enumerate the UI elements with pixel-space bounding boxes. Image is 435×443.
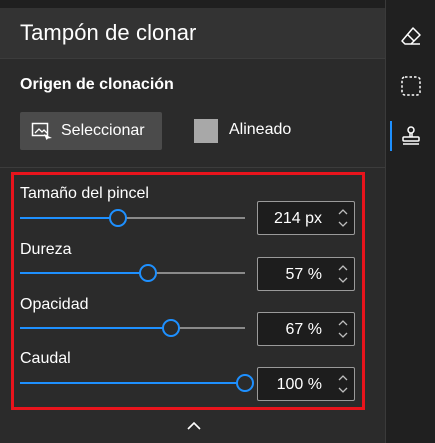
selection-icon[interactable] <box>399 74 423 98</box>
panel-title: Tampón de clonar <box>20 20 197 45</box>
flow-decrement-icon[interactable] <box>336 384 350 396</box>
clone-source-label: Origen de clonación <box>20 76 174 93</box>
flow-value: 100 % <box>276 376 322 393</box>
hardness-decrement-icon[interactable] <box>336 274 350 286</box>
opacity-increment-icon[interactable] <box>336 317 350 329</box>
hardness-label: Dureza <box>20 241 72 258</box>
select-source-label: Seleccionar <box>61 122 145 139</box>
top-strip <box>0 0 386 8</box>
opacity-slider-thumb[interactable] <box>161 319 180 337</box>
opacity-slider[interactable] <box>20 319 245 337</box>
aligned-checkbox[interactable] <box>194 119 218 143</box>
tool-rail <box>386 0 435 443</box>
brush-size-input[interactable]: 214 px <box>257 201 355 235</box>
flow-slider[interactable] <box>20 374 254 392</box>
select-source-button[interactable]: Seleccionar <box>20 112 162 150</box>
brush-size-decrement-icon[interactable] <box>336 218 350 230</box>
brush-size-value: 214 px <box>273 210 322 227</box>
flow-slider-fill <box>20 382 245 384</box>
opacity-label: Opacidad <box>20 296 89 313</box>
clone-stamp-icon[interactable] <box>399 124 423 148</box>
brush-size-label: Tamaño del pincel <box>20 185 149 202</box>
brush-size-slider-thumb[interactable] <box>108 209 127 227</box>
brush-size-increment-icon[interactable] <box>336 206 350 218</box>
header-separator <box>0 58 385 59</box>
hardness-value: 57 % <box>285 266 322 283</box>
eraser-icon[interactable] <box>399 24 423 48</box>
brush-size-slider[interactable] <box>20 209 245 227</box>
flow-increment-icon[interactable] <box>336 372 350 384</box>
hardness-increment-icon[interactable] <box>336 262 350 274</box>
chevron-up-icon[interactable] <box>186 420 202 432</box>
opacity-decrement-icon[interactable] <box>336 329 350 341</box>
brush-size-slider-fill <box>20 217 118 219</box>
active-tool-indicator <box>390 121 392 151</box>
hardness-input[interactable]: 57 % <box>257 257 355 291</box>
flow-label: Caudal <box>20 350 71 367</box>
hardness-slider[interactable] <box>20 264 245 282</box>
flow-slider-thumb[interactable] <box>236 374 254 392</box>
flow-input[interactable]: 100 % <box>257 367 355 401</box>
select-source-icon <box>31 122 53 140</box>
opacity-slider-fill <box>20 327 171 329</box>
section-separator <box>0 167 385 168</box>
aligned-label: Alineado <box>229 121 292 138</box>
hardness-slider-fill <box>20 272 149 274</box>
opacity-value: 67 % <box>285 321 322 338</box>
opacity-input[interactable]: 67 % <box>257 312 355 346</box>
